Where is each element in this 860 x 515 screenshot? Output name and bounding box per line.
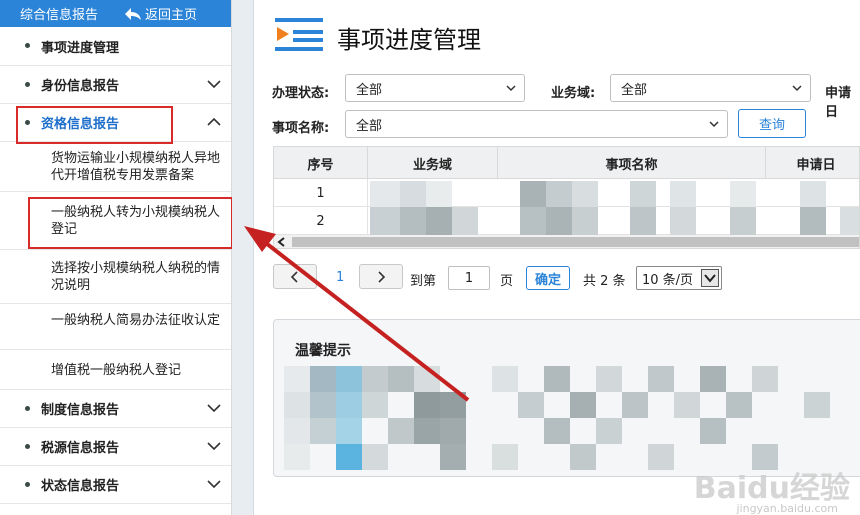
progress-menu-icon xyxy=(275,18,323,51)
bullet-icon xyxy=(25,120,30,125)
tip-title: 温馨提示 xyxy=(295,343,351,359)
column-header-index: 序号 xyxy=(274,147,368,179)
sidebar-item-label: 资格信息报告 xyxy=(41,117,120,132)
sidebar-divider xyxy=(232,0,254,515)
date-filter-label: 申请日 xyxy=(825,86,852,120)
results-table: 序号 业务域 事项名称 申请日 1 2 xyxy=(273,146,860,249)
tip-panel: 温馨提示 xyxy=(273,319,860,477)
page-size-select[interactable]: 10 条/页 xyxy=(636,266,722,290)
sub-item-label: 一般纳税人转为小规模纳税人登记 xyxy=(51,205,221,237)
sidebar: 综合信息报告 返回主页 事项进度管理 身份信息报告 资格信息报告 货物运输业小规… xyxy=(0,0,232,515)
chevron-down-icon xyxy=(792,85,802,92)
column-header-date: 申请日 xyxy=(796,157,836,173)
sidebar-item-label: 制度信息报告 xyxy=(41,403,120,418)
sidebar-item-label: 身份信息报告 xyxy=(41,79,120,94)
chevron-down-icon xyxy=(207,404,221,413)
watermark-url: jingyan.baidu.com xyxy=(736,502,838,515)
sub-item-general-to-small[interactable]: 一般纳税人转为小规模纳税人登记 xyxy=(0,192,231,250)
sidebar-header: 综合信息报告 返回主页 xyxy=(0,0,231,27)
sidebar-item-label: 事项进度管理 xyxy=(41,40,120,56)
main-content: 事项进度管理 办理状态: 全部 业务域: 全部 申请日 事项名称: 全部 查询 … xyxy=(255,0,860,515)
confirm-button[interactable]: 确定 xyxy=(526,266,570,290)
column-header-name: 事项名称 xyxy=(498,147,766,179)
chevron-left-icon xyxy=(290,270,298,283)
page-title: 事项进度管理 xyxy=(337,26,481,54)
sub-item-label: 货物运输业小规模纳税人异地代开增值税专用发票备案 xyxy=(51,151,221,183)
total-count: 共 2 条 xyxy=(583,274,626,289)
status-select-value: 全部 xyxy=(356,82,383,98)
chevron-down-icon xyxy=(704,274,716,283)
sidebar-item-system[interactable]: 制度信息报告 xyxy=(0,390,231,428)
table-header: 序号 业务域 事项名称 申请日 xyxy=(274,147,859,179)
query-button[interactable]: 查询 xyxy=(738,109,806,138)
bullet-icon xyxy=(25,444,30,449)
bullet-icon xyxy=(25,43,30,48)
page-unit-label: 页 xyxy=(500,274,514,289)
chevron-down-icon xyxy=(207,80,221,89)
row-index: 2 xyxy=(274,207,368,235)
prev-page-button[interactable] xyxy=(273,264,317,289)
chevron-down-icon xyxy=(207,480,221,489)
sidebar-item-qualification[interactable]: 资格信息报告 xyxy=(0,104,231,142)
status-select[interactable]: 全部 xyxy=(345,74,525,102)
back-arrow-icon xyxy=(125,7,142,20)
next-page-button[interactable] xyxy=(359,264,403,289)
chevron-down-icon xyxy=(506,85,516,92)
sub-item-label: 选择按小规模纳税人纳税的情况说明 xyxy=(51,261,221,293)
sub-item-vat-general[interactable]: 增值税一般纳税人登记 xyxy=(0,350,231,390)
sub-item-simple-levy[interactable]: 一般纳税人简易办法征收认定 xyxy=(0,304,231,350)
sidebar-item-tax-source[interactable]: 税源信息报告 xyxy=(0,428,231,466)
scroll-left-arrow-icon[interactable] xyxy=(277,237,287,247)
back-home-link[interactable]: 返回主页 xyxy=(124,4,197,23)
horizontal-scrollbar[interactable] xyxy=(274,235,859,248)
row-index: 1 xyxy=(274,179,368,207)
name-filter-label: 事项名称: xyxy=(272,121,330,136)
domain-filter-label: 业务域: xyxy=(551,86,596,101)
column-header-domain: 业务域 xyxy=(368,147,498,179)
watermark-logo: Baidu经验 xyxy=(693,471,850,506)
current-page-number[interactable]: 1 xyxy=(336,270,344,285)
name-select-value: 全部 xyxy=(356,118,383,134)
back-home-label: 返回主页 xyxy=(145,8,198,23)
status-filter-label: 办理状态: xyxy=(272,86,330,101)
sub-item-freight-filing[interactable]: 货物运输业小规模纳税人异地代开增值税专用发票备案 xyxy=(0,142,231,192)
chevron-down-icon xyxy=(709,121,719,128)
sidebar-item-label: 税源信息报告 xyxy=(41,441,120,456)
sidebar-item-identity[interactable]: 身份信息报告 xyxy=(0,66,231,104)
chevron-right-icon xyxy=(378,270,386,283)
chevron-down-icon xyxy=(207,442,221,451)
page-size-value: 10 条/页 xyxy=(642,272,694,288)
bullet-icon xyxy=(25,82,30,87)
sidebar-item-label: 状态信息报告 xyxy=(41,479,120,494)
bullet-icon xyxy=(25,406,30,411)
dropdown-button[interactable] xyxy=(701,269,719,287)
sidebar-title: 综合信息报告 xyxy=(20,8,99,23)
bullet-icon xyxy=(25,482,30,487)
chevron-up-icon xyxy=(207,117,221,126)
domain-select[interactable]: 全部 xyxy=(610,74,811,102)
goto-label: 到第 xyxy=(410,274,437,289)
sub-item-label: 一般纳税人简易办法征收认定 xyxy=(51,313,221,328)
goto-page-input[interactable]: 1 xyxy=(448,266,490,290)
sub-item-label: 增值税一般纳税人登记 xyxy=(51,363,182,378)
sidebar-item-status[interactable]: 状态信息报告 xyxy=(0,466,231,504)
scrollbar-thumb[interactable] xyxy=(292,237,859,247)
domain-select-value: 全部 xyxy=(621,82,648,98)
sub-item-small-explanation[interactable]: 选择按小规模纳税人纳税的情况说明 xyxy=(0,250,231,304)
sidebar-item-progress[interactable]: 事项进度管理 xyxy=(0,27,231,66)
name-select[interactable]: 全部 xyxy=(345,110,728,138)
